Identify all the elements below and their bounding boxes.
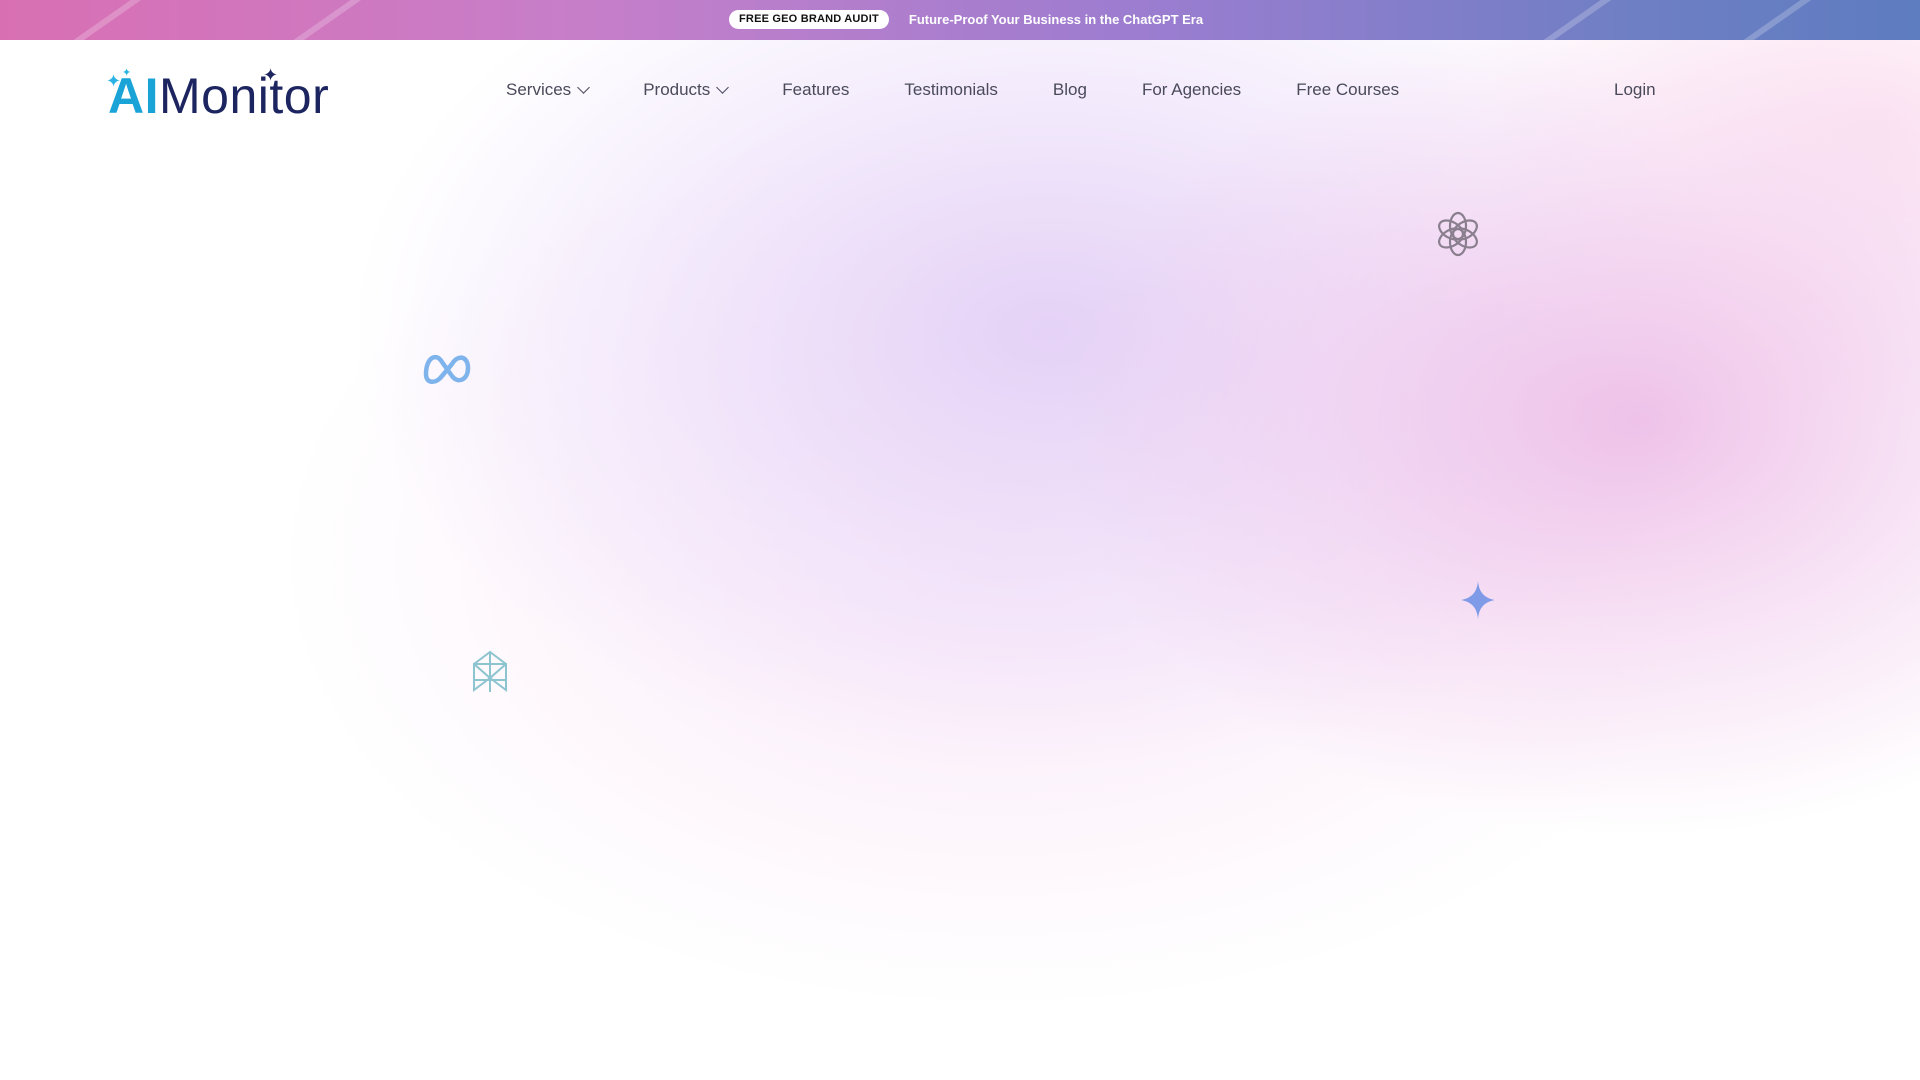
gemini-icon <box>1461 581 1495 619</box>
decorative-streak <box>262 0 364 40</box>
star-icon: ✦ <box>263 65 279 85</box>
audit-badge[interactable]: FREE GEO BRAND AUDIT <box>729 10 889 29</box>
main-nav: Services Products Features Testimonials … <box>506 80 1454 100</box>
perplexity-icon <box>473 650 507 692</box>
openai-icon <box>1438 211 1478 257</box>
nav-label: For Agencies <box>1141 80 1242 99</box>
nav-label: Testimonials <box>904 80 998 99</box>
logo-wordmark: ✦ ✦ AIMonitor ✦ <box>106 66 330 124</box>
sparkle-icon: ✦ <box>106 71 122 91</box>
announcement-bar[interactable]: FREE GEO BRAND AUDIT Future-Proof Your B… <box>0 0 1920 40</box>
nav-item-features[interactable]: Features <box>782 80 849 100</box>
decorative-streak <box>42 0 144 40</box>
page: FREE GEO BRAND AUDIT Future-Proof Your B… <box>0 0 1920 1080</box>
sparkle-small-icon: ✦ <box>122 67 132 79</box>
chevron-down-icon <box>577 81 591 94</box>
decorative-streak <box>1712 0 1814 40</box>
logo-monitor-text: Monitor <box>159 68 330 124</box>
logo[interactable]: ✦ ✦ AIMonitor ✦ <box>106 66 330 124</box>
nav-label: Products <box>643 80 711 99</box>
nav-label: Blog <box>1052 80 1087 99</box>
meta-icon <box>423 354 471 384</box>
login-link[interactable]: Login <box>1614 80 1656 100</box>
nav-item-products[interactable]: Products <box>643 80 730 100</box>
announcement-text[interactable]: Future-Proof Your Business in the ChatGP… <box>909 12 1203 27</box>
nav-item-blog[interactable]: Blog <box>1053 80 1087 100</box>
nav-label: Features <box>782 80 850 99</box>
nav-item-for-agencies[interactable]: For Agencies <box>1142 80 1241 100</box>
nav-label: Services <box>506 80 572 99</box>
nav-item-testimonials[interactable]: Testimonials <box>904 80 998 100</box>
chevron-down-icon <box>716 81 730 94</box>
nav-item-free-courses[interactable]: Free Courses <box>1296 80 1399 100</box>
background-glow <box>0 0 1920 1080</box>
decorative-streak <box>1512 0 1614 40</box>
nav-item-services[interactable]: Services <box>506 80 591 100</box>
nav-label: Free Courses <box>1296 80 1400 99</box>
